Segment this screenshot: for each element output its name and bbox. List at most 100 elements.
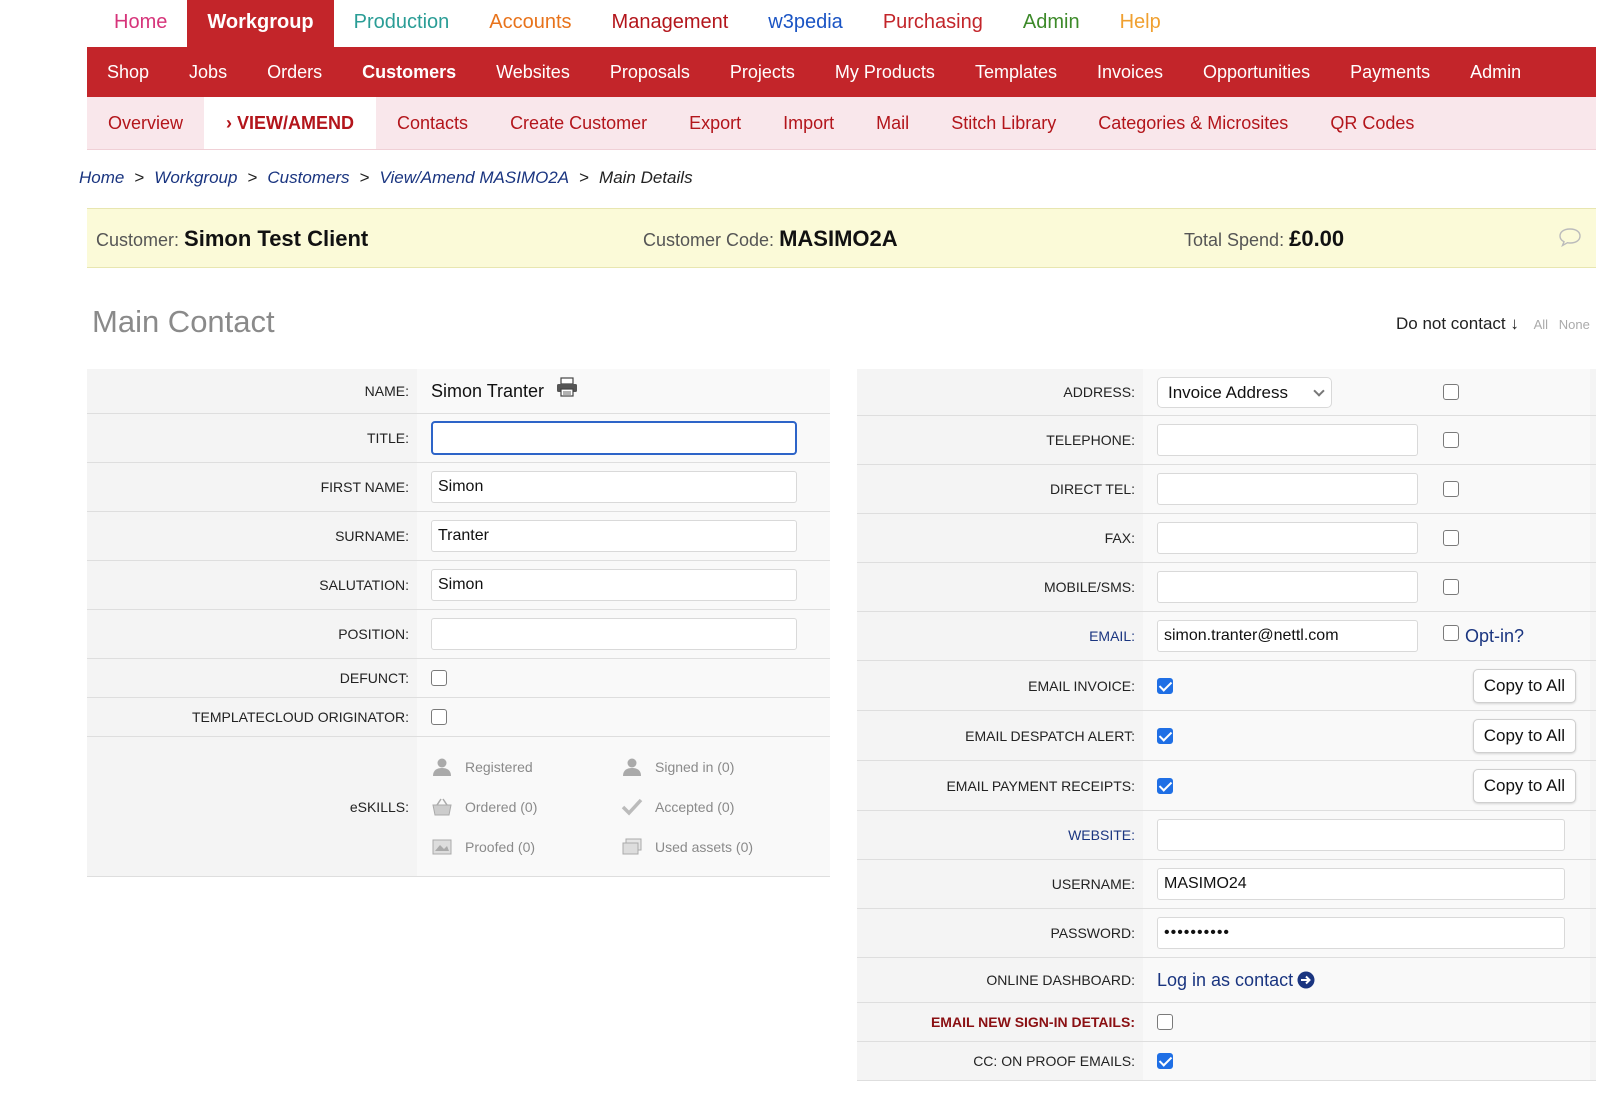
password-input[interactable] (1157, 917, 1565, 949)
printer-icon[interactable] (556, 377, 578, 397)
sub-nav-proposals[interactable]: Proposals (590, 47, 710, 97)
tab-mail[interactable]: Mail (855, 97, 930, 149)
email-signin-checkbox[interactable] (1157, 1014, 1173, 1030)
email-payment-checkbox[interactable] (1157, 777, 1173, 794)
direct-tel-input[interactable] (1157, 473, 1418, 505)
tab-categories-microsites[interactable]: Categories & Microsites (1077, 97, 1309, 149)
email-signin-value-cell (1143, 1003, 1590, 1041)
mobile-input[interactable] (1157, 571, 1418, 603)
tab-import[interactable]: Import (762, 97, 855, 149)
total-spend-label: Total Spend: (1184, 230, 1285, 250)
section-nav: Overview › VIEW/AMEND Contacts Create Cu… (87, 97, 1596, 150)
tab-overview[interactable]: Overview (87, 97, 204, 149)
breadcrumb-home[interactable]: Home (79, 168, 124, 187)
copy-to-all-payment-button[interactable]: Copy to All (1472, 768, 1576, 803)
tab-contacts[interactable]: Contacts (376, 97, 489, 149)
dashboard-row: ONLINE DASHBOARD: Log in as contact (857, 958, 1596, 1003)
surname-row: SURNAME: (87, 512, 830, 561)
opt-in-label[interactable]: Opt-in? (1465, 626, 1524, 647)
cc-proof-label: CC: ON PROOF EMAILS: (973, 1053, 1135, 1069)
select-none-link[interactable]: None (1559, 317, 1590, 332)
top-nav-w3pedia[interactable]: w3pedia (748, 0, 863, 47)
eskill-accepted-label: Accepted (0) (655, 798, 735, 815)
select-all-link[interactable]: All (1534, 317, 1548, 332)
breadcrumb-view-amend[interactable]: View/Amend MASIMO2A (380, 168, 570, 187)
username-input[interactable] (1157, 868, 1565, 900)
tab-view-amend[interactable]: › VIEW/AMEND (204, 97, 377, 149)
email-opt-in-checkbox[interactable] (1443, 625, 1459, 641)
defunct-checkbox[interactable] (431, 670, 447, 686)
sub-nav-invoices[interactable]: Invoices (1077, 47, 1183, 97)
position-input[interactable] (431, 618, 797, 650)
log-in-as-contact-label: Log in as contact (1157, 969, 1294, 990)
assets-icon (622, 838, 642, 854)
direct-tel-row: DIRECT TEL: (857, 465, 1596, 514)
fax-dnc-checkbox[interactable] (1443, 530, 1459, 546)
direct-tel-dnc-checkbox[interactable] (1443, 481, 1459, 497)
telephone-dnc-checkbox[interactable] (1443, 432, 1459, 448)
surname-label: SURNAME: (335, 528, 409, 544)
top-nav-accounts[interactable]: Accounts (469, 0, 591, 47)
eskill-accepted: Accepted (0) (621, 797, 811, 817)
password-value-cell (1143, 909, 1590, 957)
copy-to-all-invoice-button[interactable]: Copy to All (1472, 668, 1576, 703)
sub-nav-admin[interactable]: Admin (1450, 47, 1541, 97)
cc-proof-row: CC: ON PROOF EMAILS: (857, 1042, 1596, 1081)
originator-checkbox[interactable] (431, 709, 447, 725)
website-input[interactable] (1157, 819, 1565, 851)
sub-nav-customers[interactable]: Customers (342, 47, 476, 97)
breadcrumb-customers[interactable]: Customers (267, 168, 349, 187)
tab-qr-codes[interactable]: QR Codes (1309, 97, 1435, 149)
mobile-dnc-checkbox[interactable] (1443, 579, 1459, 595)
username-row: USERNAME: (857, 860, 1596, 909)
tab-stitch-library[interactable]: Stitch Library (930, 97, 1077, 149)
telephone-input[interactable] (1157, 424, 1418, 456)
top-nav-workgroup[interactable]: Workgroup (187, 0, 334, 47)
log-in-as-contact-link[interactable]: Log in as contact (1157, 970, 1315, 991)
top-nav-admin[interactable]: Admin (1003, 0, 1100, 47)
top-nav-production[interactable]: Production (334, 0, 470, 47)
sub-nav-my-products[interactable]: My Products (815, 47, 955, 97)
tab-export[interactable]: Export (668, 97, 762, 149)
address-select-value: Invoice Address (1168, 382, 1289, 402)
eskill-proofed-label: Proofed (0) (465, 838, 536, 855)
address-dnc-checkbox[interactable] (1443, 384, 1459, 400)
customer-code-field: Customer Code: MASIMO2A (643, 226, 898, 252)
sub-nav-websites[interactable]: Websites (476, 47, 590, 97)
name-value-cell: Simon Tranter (417, 369, 830, 413)
sub-nav-projects[interactable]: Projects (710, 47, 815, 97)
top-nav-purchasing[interactable]: Purchasing (863, 0, 1003, 47)
copy-to-all-despatch-button[interactable]: Copy to All (1472, 718, 1576, 753)
email-despatch-checkbox[interactable] (1157, 727, 1173, 744)
fax-input[interactable] (1157, 522, 1418, 554)
comment-icon[interactable] (1558, 227, 1582, 247)
title-value-cell (417, 414, 830, 462)
breadcrumb-workgroup[interactable]: Workgroup (154, 168, 237, 187)
eskill-used-assets: Used assets (0) (621, 837, 811, 857)
sub-nav-payments[interactable]: Payments (1330, 47, 1450, 97)
first-name-input[interactable] (431, 471, 797, 503)
top-nav-management[interactable]: Management (592, 0, 749, 47)
sub-nav-shop[interactable]: Shop (87, 47, 169, 97)
sub-nav-opportunities[interactable]: Opportunities (1183, 47, 1330, 97)
tab-create-customer[interactable]: Create Customer (489, 97, 668, 149)
email-invoice-checkbox[interactable] (1157, 677, 1173, 694)
sub-nav-jobs[interactable]: Jobs (169, 47, 247, 97)
email-label: EMAIL: (1089, 628, 1135, 644)
email-payment-value-cell: Copy to All (1143, 761, 1590, 810)
contact-methods-form: ADDRESS: Invoice Address TELEPHONE: DIRE… (857, 369, 1596, 1081)
address-select[interactable]: Invoice Address (1157, 376, 1332, 408)
top-nav-help[interactable]: Help (1100, 0, 1181, 47)
page-title: Main Contact (92, 304, 275, 339)
customer-name-field: Customer: Simon Test Client (96, 226, 368, 252)
sub-nav-orders[interactable]: Orders (247, 47, 342, 97)
sub-nav-templates[interactable]: Templates (955, 47, 1077, 97)
surname-input[interactable] (431, 520, 797, 552)
email-input[interactable] (1157, 620, 1418, 652)
top-nav-home[interactable]: Home (87, 0, 187, 47)
originator-label: TEMPLATECLOUD ORIGINATOR: (191, 709, 409, 725)
cc-proof-checkbox[interactable] (1157, 1053, 1173, 1069)
salutation-input[interactable] (431, 569, 797, 601)
eskill-signed-in-label: Signed in (0) (655, 758, 735, 775)
title-input[interactable] (431, 421, 797, 455)
